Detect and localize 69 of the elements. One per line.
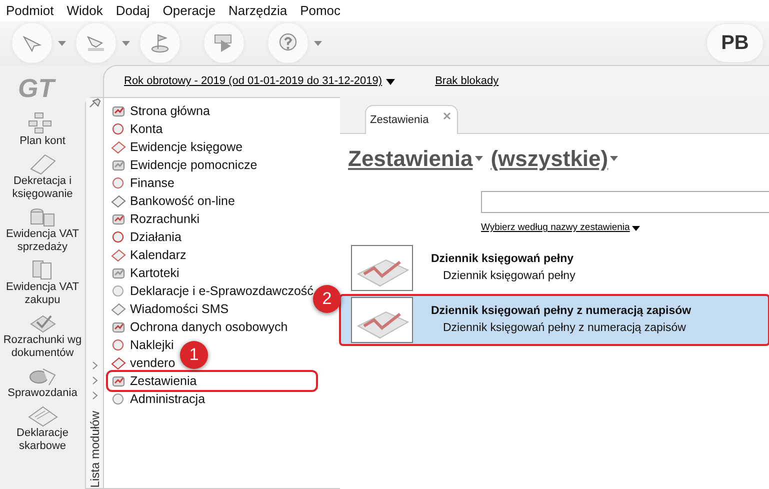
filter-dropdown[interactable]: (wszystkie) — [490, 142, 618, 175]
caret-icon — [632, 226, 640, 231]
pin-icon — [88, 98, 100, 108]
module-icon — [111, 194, 126, 208]
report-row[interactable]: Dziennik księgowań pełny Dziennik księgowań pełny — [340, 243, 769, 294]
menu-item[interactable]: Dodaj — [116, 0, 150, 21]
menu-item[interactable]: Narzędzia — [228, 0, 288, 21]
module-item[interactable]: Bankowość on-line — [108, 192, 316, 210]
sidebar-item[interactable]: Ewidencja VAT sprzedaży — [0, 204, 85, 254]
module-item[interactable]: Rozrachunki — [108, 210, 316, 228]
module-icon — [111, 104, 126, 118]
module-item[interactable]: Ewidencje księgowe — [108, 138, 316, 156]
module-icon — [111, 338, 126, 352]
module-item[interactable]: Zestawienia — [108, 372, 316, 390]
module-icon — [111, 212, 126, 226]
search-field[interactable] — [481, 191, 769, 213]
sidebar-item[interactable]: Sprawozdania — [0, 363, 85, 400]
report-row[interactable]: Dziennik księgowań pełny z numeracją zapisów Dziennik księgowań pełny z numeracją zapisów — [340, 295, 769, 346]
module-item[interactable]: Kalendarz — [108, 246, 316, 264]
report-description: Dziennik księgowań pełny z numeracją zapisów — [442, 321, 687, 336]
caret-icon — [386, 78, 396, 84]
module-item[interactable]: Administracja — [108, 390, 316, 408]
sidebar-item[interactable]: Deklaracje skarbowe — [0, 403, 85, 453]
module-item[interactable]: Kartoteki — [108, 264, 316, 282]
module-item[interactable]: Finanse — [108, 174, 316, 192]
report-description: Dziennik księgowań pełny — [442, 269, 576, 284]
module-icon — [111, 320, 126, 334]
caret-icon — [474, 156, 483, 161]
module-icon — [111, 266, 126, 280]
panel-title: Lista modułów — [86, 411, 102, 488]
module-icon — [111, 284, 126, 298]
period-link[interactable]: Rok obrotowy - 2019 (od 01-01-2019 do 31-12-2019) — [124, 73, 396, 90]
report-title: Dziennik księgowań pełny z numeracją zapisów — [431, 304, 692, 319]
tab[interactable]: Zestawienia — [365, 105, 458, 134]
sidebar-item[interactable]: Ewidencja VAT zakupu — [0, 257, 85, 307]
module-item[interactable]: Działania — [108, 228, 316, 246]
tab-label: Zestawienia — [370, 113, 429, 128]
caret-icon — [58, 40, 66, 46]
module-item[interactable]: Strona główna — [108, 102, 316, 120]
module-icon — [111, 302, 126, 316]
menu-item[interactable]: Widok — [66, 0, 103, 21]
sidebar-item[interactable]: Rozrachunki wg dokumentów — [0, 310, 85, 360]
module-icon — [111, 122, 126, 136]
module-icon — [111, 374, 126, 388]
caret-icon — [610, 156, 618, 161]
menu-item[interactable]: Operacje — [162, 0, 216, 21]
report-title: Dziennik księgowań pełny — [431, 252, 575, 267]
module-icon — [111, 392, 126, 406]
sidebar-item[interactable]: Plan kont — [0, 111, 85, 148]
module-icon — [111, 248, 126, 262]
user-avatar[interactable]: PB — [707, 24, 763, 62]
module-item[interactable]: Konta — [108, 120, 316, 138]
module-icon — [111, 158, 126, 172]
category-dropdown[interactable]: Zestawienia — [348, 142, 483, 175]
sort-link[interactable]: Wybierz według nazwy zestawienia — [481, 221, 769, 236]
menu-item[interactable]: Pomoc — [300, 0, 341, 21]
menu-item[interactable]: Podmiot — [6, 0, 54, 21]
caret-icon — [314, 40, 322, 46]
module-icon — [111, 140, 126, 154]
logo: GT — [17, 72, 57, 105]
lock-link[interactable]: Brak blokady — [435, 73, 499, 90]
module-item[interactable]: Ewidencje pomocnicze — [108, 156, 316, 174]
module-item[interactable]: Ochrona danych osobowych — [108, 318, 316, 336]
sidebar-item[interactable]: Dekretacja i księgowanie — [0, 151, 85, 201]
module-icon — [111, 176, 126, 190]
module-icon — [111, 356, 126, 370]
module-icon — [111, 230, 126, 244]
close-icon — [442, 112, 451, 120]
caret-icon — [122, 40, 130, 46]
